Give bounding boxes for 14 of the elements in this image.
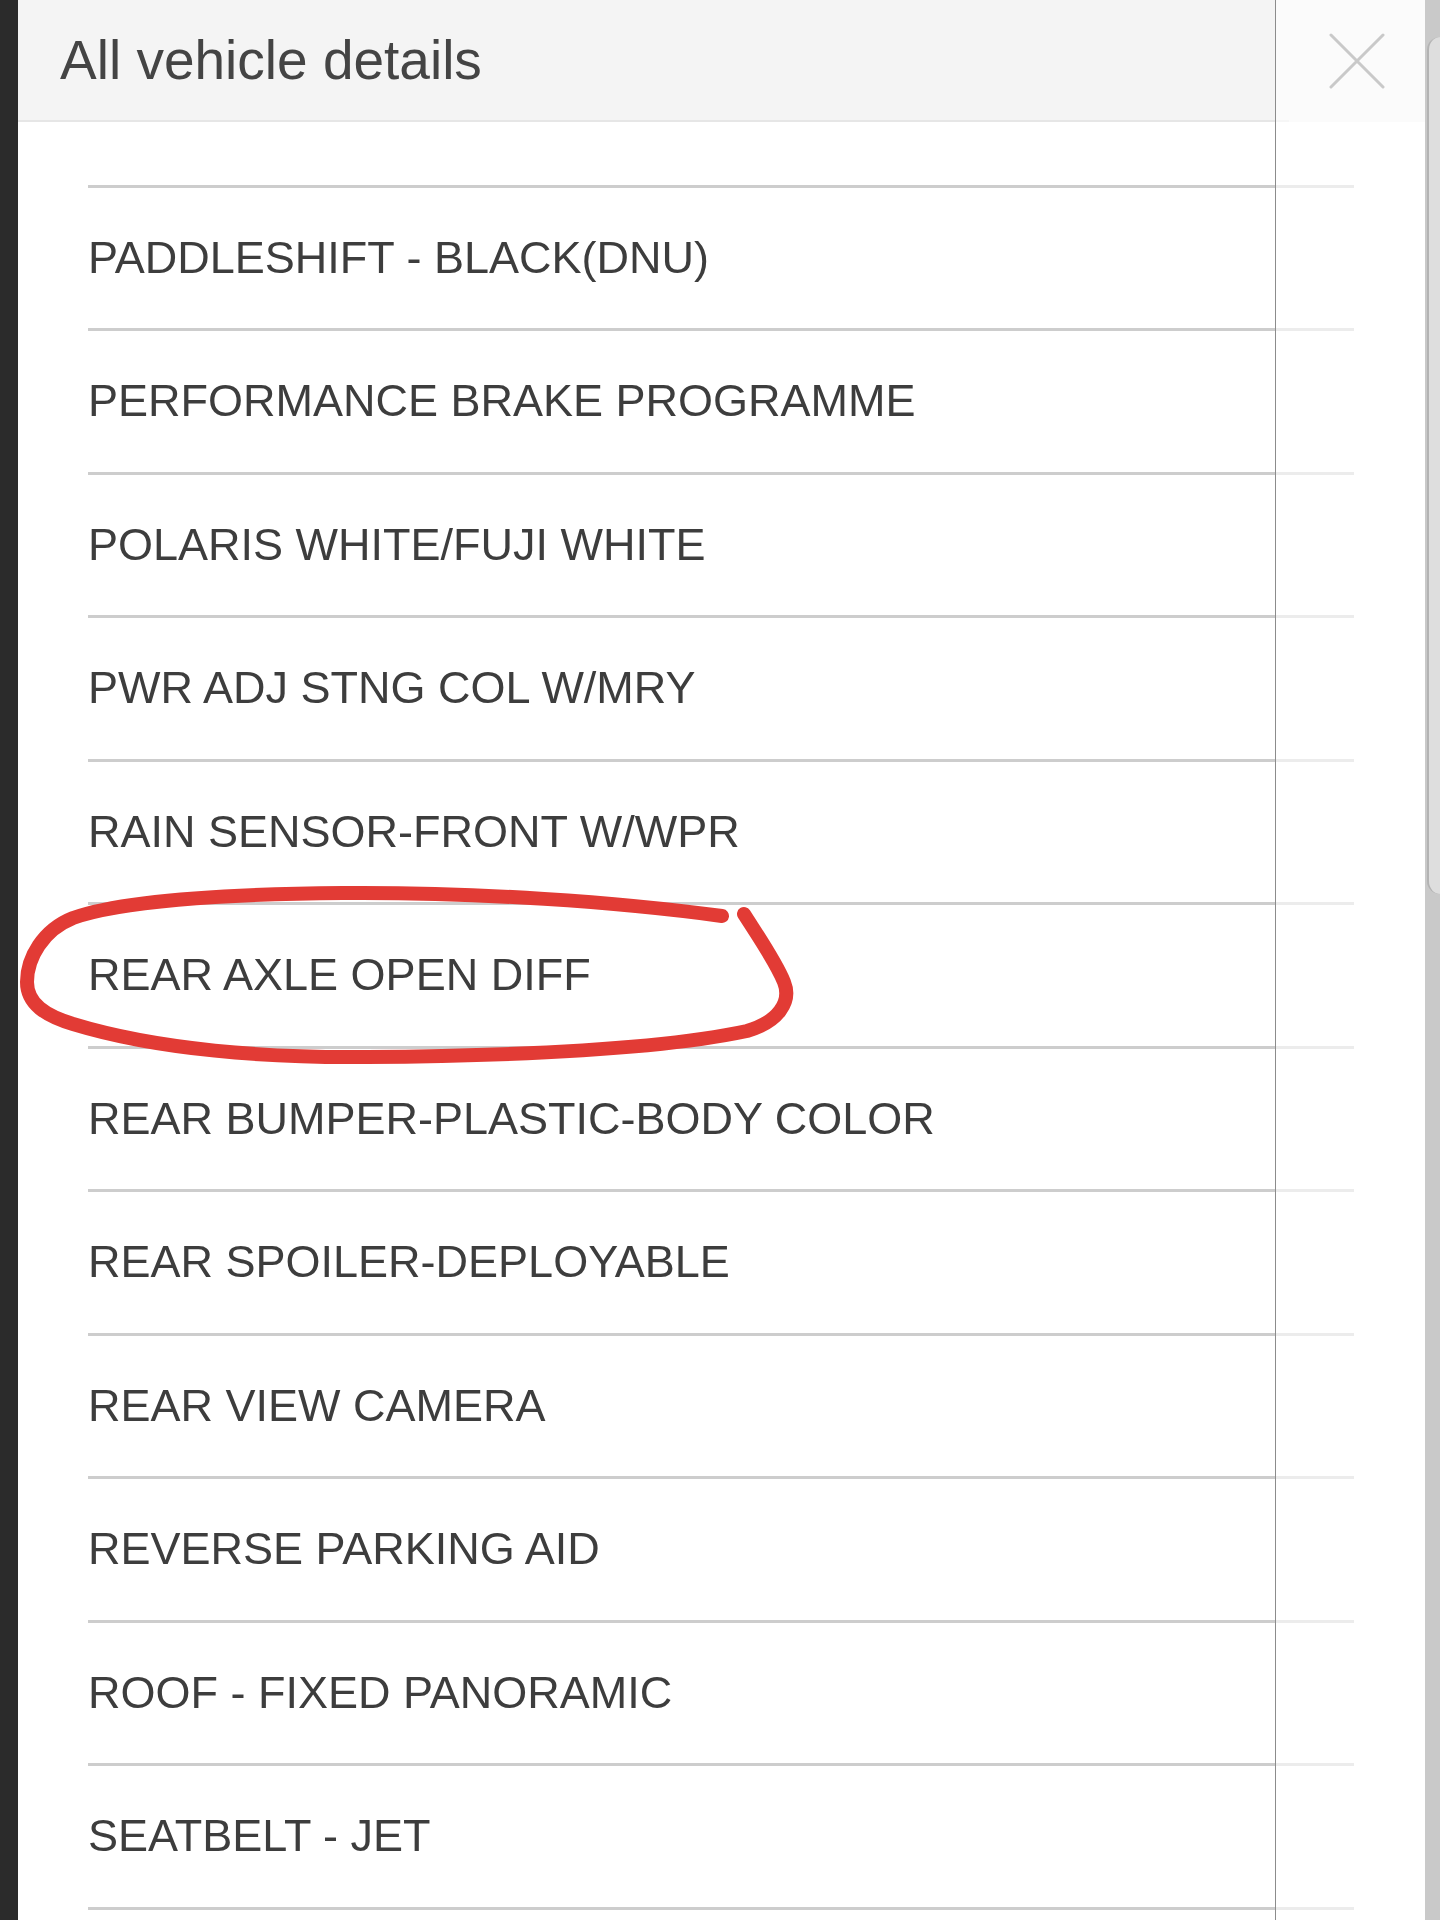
feature-label: POLARIS WHITE/FUJI WHITE: [88, 518, 706, 571]
feature-label: RAIN SENSOR-FRONT W/WPR: [88, 805, 740, 858]
feature-label: PERFORMANCE BRAKE PROGRAMME: [88, 375, 916, 428]
feature-label: REAR SPOILER-DEPLOYABLE: [88, 1236, 730, 1289]
feature-label: SEATBELT - JET: [88, 1810, 431, 1863]
close-icon: [1329, 33, 1385, 89]
feature-label: ROOF - FIXED PANORAMIC: [88, 1666, 673, 1719]
feature-label: REAR BUMPER-PLASTIC-BODY COLOR: [88, 1092, 935, 1145]
feature-label: PWR ADJ STNG COL W/MRY: [88, 662, 696, 715]
feature-label: REVERSE PARKING AID: [88, 1523, 600, 1576]
feature-label: REAR AXLE OPEN DIFF: [88, 949, 591, 1002]
feature-label: PADDLESHIFT - BLACK(DNU): [88, 231, 709, 284]
dialog-title: All vehicle details: [60, 28, 482, 92]
feature-label: REAR VIEW CAMERA: [88, 1379, 546, 1432]
